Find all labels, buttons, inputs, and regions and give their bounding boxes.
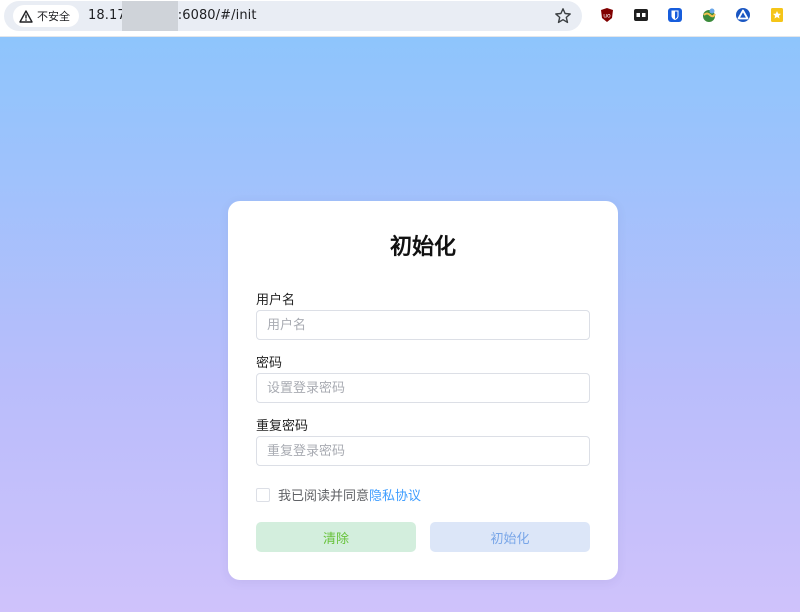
- repeat-password-label: 重复密码: [256, 419, 309, 434]
- username-label: 用户名: [256, 293, 296, 308]
- clear-button[interactable]: 清除: [256, 522, 416, 552]
- bookmark-star-icon[interactable]: [554, 7, 572, 25]
- address-bar[interactable]: 不安全 18.17 :6080/#/init: [4, 1, 582, 31]
- globe-extension-icon[interactable]: [701, 7, 717, 23]
- password-input[interactable]: [256, 373, 590, 403]
- bookmark-extension-icon[interactable]: [769, 7, 785, 23]
- triangle-extension-icon[interactable]: [735, 7, 751, 23]
- username-input[interactable]: [256, 310, 590, 340]
- url-suffix: :6080/#/init: [177, 8, 257, 23]
- init-form-card: 初始化 用户名 密码 重复密码 我已阅读并同意隐私协议 清除 初始化: [228, 201, 618, 580]
- repeat-password-input[interactable]: [256, 436, 590, 466]
- browser-toolbar: 不安全 18.17 :6080/#/init uo: [0, 0, 800, 37]
- agree-text: 我已阅读并同意: [278, 489, 370, 504]
- initialize-button[interactable]: 初始化: [430, 522, 590, 552]
- security-indicator[interactable]: 不安全: [13, 5, 79, 27]
- warning-icon: [19, 9, 33, 23]
- page-background: 初始化 用户名 密码 重复密码 我已阅读并同意隐私协议 清除 初始化: [0, 37, 800, 612]
- ublock-extension-icon[interactable]: uo: [599, 7, 615, 23]
- tab-manager-extension-icon[interactable]: [633, 7, 649, 23]
- agreement-row: 我已阅读并同意 隐私协议: [256, 485, 421, 504]
- privacy-policy-link[interactable]: 隐私协议: [369, 485, 421, 504]
- form-title: 初始化: [389, 235, 456, 260]
- redacted-area: [122, 1, 178, 31]
- svg-text:uo: uo: [603, 13, 611, 20]
- bitwarden-extension-icon[interactable]: [667, 7, 683, 23]
- agree-checkbox[interactable]: [256, 487, 270, 502]
- password-label: 密码: [256, 356, 283, 371]
- security-label: 不安全: [37, 10, 70, 23]
- url-prefix: 18.17: [88, 8, 126, 23]
